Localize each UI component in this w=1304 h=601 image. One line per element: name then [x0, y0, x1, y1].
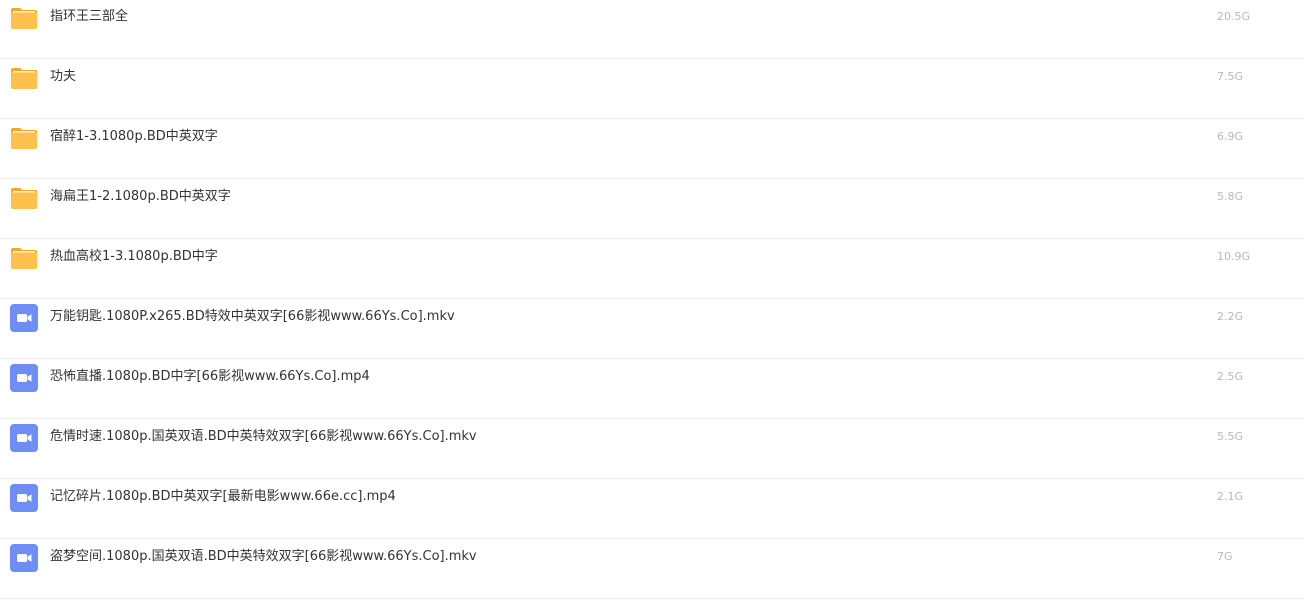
video-icon — [10, 304, 38, 332]
video-icon — [10, 364, 38, 392]
file-name: 记忆碎片.1080p.BD中英双字[最新电影www.66e.cc].mp4 — [50, 489, 396, 504]
file-size: 2.1G — [1217, 490, 1244, 503]
file-name: 万能钥匙.1080P.x265.BD特效中英双字[66影视www.66Ys.Co… — [50, 309, 455, 324]
file-name: 功夫 — [50, 69, 77, 84]
list-item-folder[interactable]: 宿醉1-3.1080p.BD中英双字 6.9G — [0, 119, 1304, 179]
file-name: 宿醉1-3.1080p.BD中英双字 — [50, 129, 218, 144]
folder-icon — [10, 4, 38, 32]
folder-icon — [10, 124, 38, 152]
video-icon — [10, 544, 38, 572]
list-item-video[interactable]: 恐怖直播.1080p.BD中字[66影视www.66Ys.Co].mp4 2.5… — [0, 359, 1304, 419]
file-name: 海扁王1-2.1080p.BD中英双字 — [50, 189, 231, 204]
file-size: 20.5G — [1217, 10, 1251, 23]
file-size: 7.5G — [1217, 70, 1244, 83]
file-size: 6.9G — [1217, 130, 1244, 143]
file-size: 10.9G — [1217, 250, 1251, 263]
list-item-folder[interactable]: 热血高校1-3.1080p.BD中字 10.9G — [0, 239, 1304, 299]
file-name: 指环王三部全 — [50, 9, 129, 24]
file-size: 5.8G — [1217, 190, 1244, 203]
file-name: 盗梦空间.1080p.国英双语.BD中英特效双字[66影视www.66Ys.Co… — [50, 549, 477, 564]
file-name: 热血高校1-3.1080p.BD中字 — [50, 249, 218, 264]
list-item-folder[interactable]: 功夫 7.5G — [0, 59, 1304, 119]
list-item-folder[interactable]: 指环王三部全 20.5G — [0, 0, 1304, 59]
file-size: 7G — [1217, 550, 1233, 563]
folder-icon — [10, 244, 38, 272]
list-item-video[interactable]: 万能钥匙.1080P.x265.BD特效中英双字[66影视www.66Ys.Co… — [0, 299, 1304, 359]
list-item-video[interactable]: 记忆碎片.1080p.BD中英双字[最新电影www.66e.cc].mp4 2.… — [0, 479, 1304, 539]
folder-icon — [10, 64, 38, 92]
list-item-video[interactable]: 危情时速.1080p.国英双语.BD中英特效双字[66影视www.66Ys.Co… — [0, 419, 1304, 479]
folder-icon — [10, 184, 38, 212]
video-icon — [10, 484, 38, 512]
file-list: 指环王三部全 20.5G 功夫 7.5G 宿醉1-3.1080p.BD中英双字 … — [0, 0, 1304, 601]
file-name: 危情时速.1080p.国英双语.BD中英特效双字[66影视www.66Ys.Co… — [50, 429, 477, 444]
list-item-folder[interactable]: 海扁王1-2.1080p.BD中英双字 5.8G — [0, 179, 1304, 239]
file-name: 恐怖直播.1080p.BD中字[66影视www.66Ys.Co].mp4 — [50, 369, 370, 384]
file-size: 2.5G — [1217, 370, 1244, 383]
file-size: 5.5G — [1217, 430, 1244, 443]
list-item-video[interactable]: 盗梦空间.1080p.国英双语.BD中英特效双字[66影视www.66Ys.Co… — [0, 539, 1304, 599]
video-icon — [10, 424, 38, 452]
file-size: 2.2G — [1217, 310, 1244, 323]
